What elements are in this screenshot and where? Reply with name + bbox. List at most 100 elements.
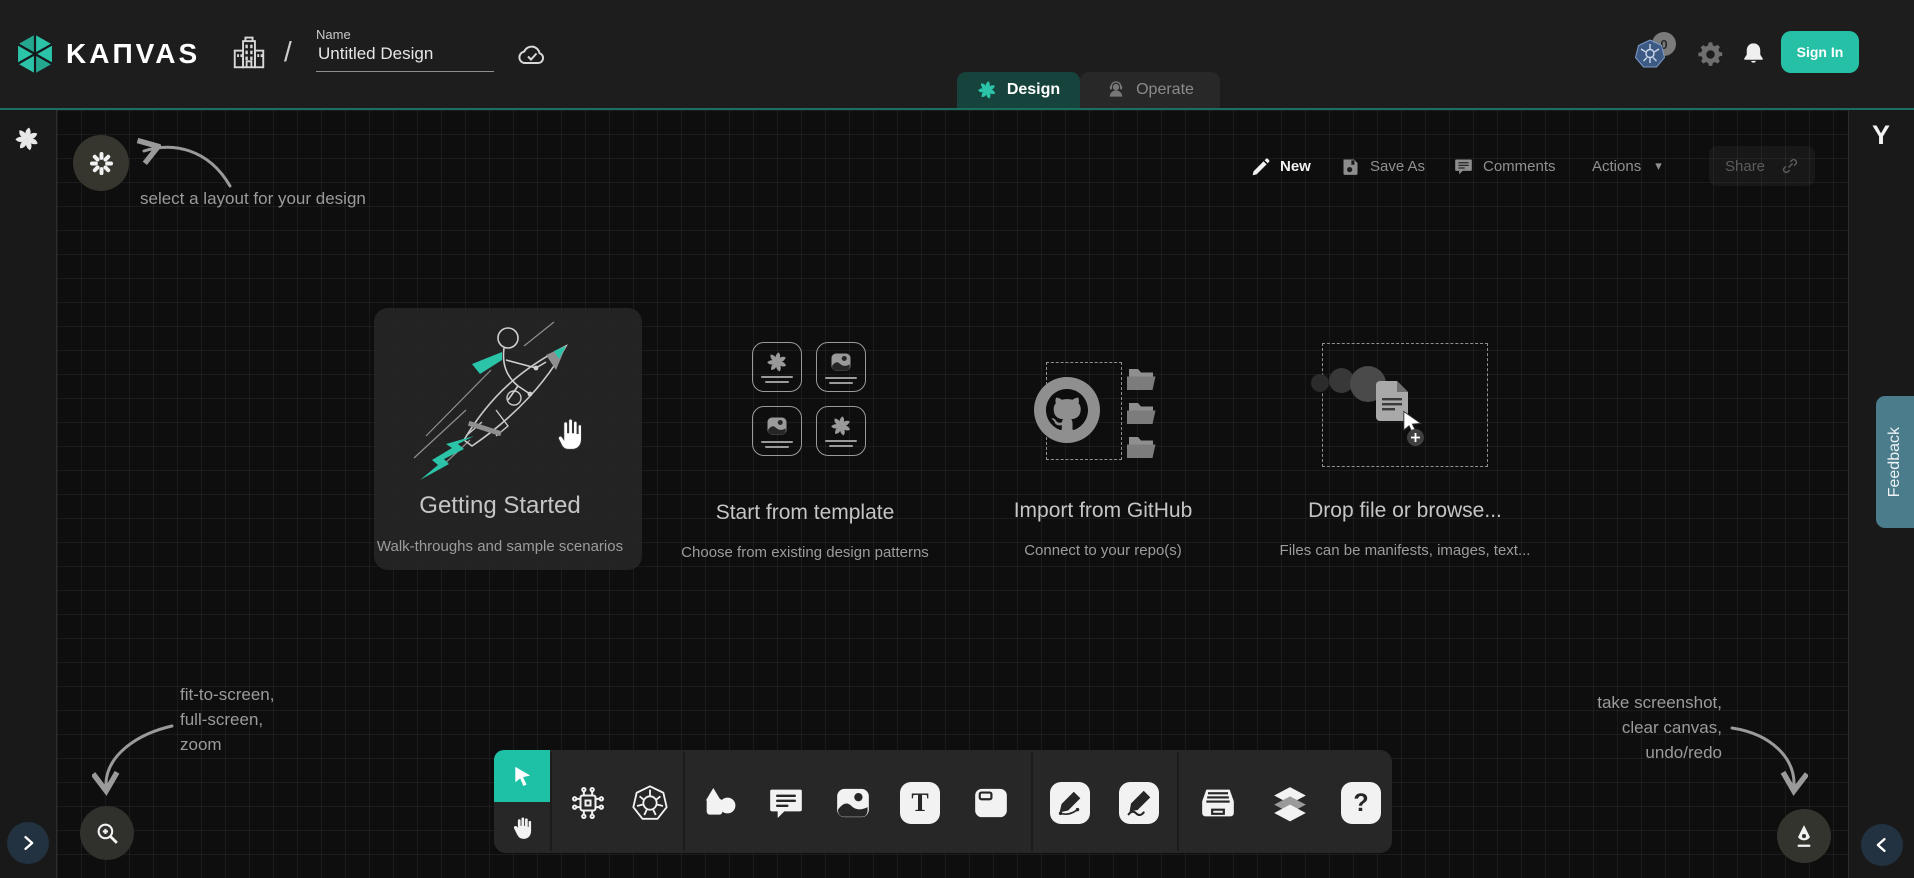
canvas-hint-arrow bbox=[1726, 716, 1808, 800]
pinwheel-icon bbox=[766, 351, 788, 373]
tool-pan-hand[interactable] bbox=[494, 802, 550, 853]
chevron-left-icon bbox=[1872, 835, 1892, 855]
toolbar-separator bbox=[683, 752, 685, 851]
pen-path-icon bbox=[1054, 787, 1086, 819]
app-window: KAΠVAS / Name Design Operate 0 Sign In bbox=[0, 0, 1914, 878]
new-pencil-icon bbox=[1250, 156, 1271, 177]
toolbar-separator bbox=[1177, 752, 1179, 851]
tool-pointer[interactable] bbox=[494, 750, 550, 802]
expand-left-panel-button[interactable] bbox=[7, 822, 49, 864]
chip-node-icon bbox=[568, 783, 608, 823]
magnifier-plus-icon bbox=[95, 821, 120, 846]
collapse-top-right-icon[interactable]: Y bbox=[1872, 120, 1890, 151]
sign-in-button[interactable]: Sign In bbox=[1781, 31, 1859, 73]
toolbar-separator bbox=[1031, 752, 1033, 851]
pen-nib-icon bbox=[1791, 823, 1817, 849]
canvas-actions-button[interactable] bbox=[1777, 809, 1831, 863]
folder-icon bbox=[1126, 400, 1158, 426]
comments-button[interactable]: Comments bbox=[1453, 146, 1556, 186]
tool-shapes[interactable] bbox=[700, 783, 740, 823]
plus-badge-icon bbox=[1407, 429, 1424, 446]
breadcrumb-separator: / bbox=[284, 36, 292, 68]
card-subtitle-template: Choose from existing design patterns bbox=[645, 544, 965, 561]
image-icon bbox=[829, 350, 853, 374]
top-bar: KAΠVAS / Name Design Operate 0 Sign In bbox=[0, 0, 1914, 108]
actions-label: Actions bbox=[1592, 158, 1641, 175]
tool-image[interactable] bbox=[833, 783, 873, 823]
canvas-hint-text: take screenshot, clear canvas, undo/redo bbox=[1522, 690, 1722, 765]
collapse-right-panel-button[interactable] bbox=[1861, 824, 1903, 866]
image-icon bbox=[833, 782, 873, 824]
tab-design-label: Design bbox=[1007, 81, 1060, 99]
share-button[interactable]: Share bbox=[1709, 146, 1815, 186]
layout-selector-button[interactable] bbox=[73, 135, 129, 191]
canvas-top-accent bbox=[0, 108, 1914, 110]
design-name-label: Name bbox=[316, 27, 494, 42]
tool-kubernetes[interactable] bbox=[630, 783, 670, 823]
card-subtitle-dropfile: Files can be manifests, images, text... bbox=[1245, 542, 1565, 559]
card-title-template: Start from template bbox=[665, 501, 945, 525]
card-note-icon bbox=[971, 782, 1011, 824]
tool-comment[interactable] bbox=[766, 783, 806, 823]
tool-custom-node[interactable] bbox=[568, 783, 608, 823]
toolbar-separator bbox=[550, 752, 552, 851]
help-glyph: ? bbox=[1353, 789, 1368, 818]
card-title-getting-started: Getting Started bbox=[360, 492, 640, 520]
tool-help[interactable]: ? bbox=[1341, 783, 1381, 823]
pointer-arrow-icon bbox=[511, 765, 534, 788]
pencil-scribble-icon bbox=[1123, 787, 1155, 819]
motion-dot bbox=[1311, 374, 1329, 392]
tool-text[interactable]: T bbox=[900, 783, 940, 823]
spinner-pinwheel-icon[interactable] bbox=[14, 126, 40, 152]
design-name-input[interactable] bbox=[316, 42, 494, 72]
design-pinwheel-icon bbox=[977, 80, 997, 100]
left-edge-panel bbox=[0, 110, 57, 878]
hand-icon bbox=[509, 815, 535, 841]
template-tiles[interactable] bbox=[752, 342, 866, 456]
tab-operate[interactable]: Operate bbox=[1080, 72, 1220, 108]
tool-pencil[interactable] bbox=[1119, 783, 1159, 823]
layout-hint-text: select a layout for your design bbox=[140, 186, 366, 211]
folder-icon bbox=[1126, 434, 1158, 460]
tool-layers[interactable] bbox=[1270, 783, 1310, 823]
view-hint-text: fit-to-screen, full-screen, zoom bbox=[180, 682, 274, 757]
actions-dropdown[interactable]: Actions ▾ bbox=[1592, 146, 1662, 186]
text-tool-glyph: T bbox=[911, 788, 928, 818]
save-as-label: Save As bbox=[1370, 158, 1425, 175]
kubernetes-helm-icon bbox=[630, 783, 670, 823]
view-hint-arrow bbox=[92, 714, 180, 800]
mode-tabs: Design Operate bbox=[957, 72, 1220, 108]
zoom-button[interactable] bbox=[80, 806, 134, 860]
template-tile-pattern bbox=[752, 342, 802, 392]
brand-name: KAΠVAS bbox=[66, 38, 200, 70]
operate-headset-icon bbox=[1106, 80, 1126, 100]
template-tile-image bbox=[752, 406, 802, 456]
rocket-illustration bbox=[396, 318, 616, 488]
tool-card[interactable] bbox=[971, 783, 1011, 823]
tool-drawer[interactable] bbox=[1198, 783, 1238, 823]
tools-toolbar bbox=[494, 750, 1392, 853]
tab-operate-label: Operate bbox=[1136, 81, 1194, 99]
kubernetes-coin-icon[interactable] bbox=[1634, 38, 1666, 70]
new-label: New bbox=[1280, 158, 1311, 175]
caret-down-icon: ▾ bbox=[1655, 158, 1662, 174]
tool-pen[interactable] bbox=[1050, 783, 1090, 823]
card-title-dropfile: Drop file or browse... bbox=[1265, 499, 1545, 523]
comments-bubble-icon bbox=[1453, 156, 1474, 177]
drawer-archive-icon bbox=[1198, 782, 1238, 824]
tab-design[interactable]: Design bbox=[957, 72, 1080, 108]
feedback-label: Feedback bbox=[1886, 427, 1904, 497]
settings-gear-icon[interactable] bbox=[1696, 40, 1725, 69]
card-title-github: Import from GitHub bbox=[963, 499, 1243, 523]
save-as-button[interactable]: Save As bbox=[1340, 146, 1425, 186]
chevron-right-icon bbox=[18, 833, 38, 853]
feedback-tab[interactable]: Feedback bbox=[1876, 396, 1914, 528]
github-octocat-icon[interactable] bbox=[1032, 375, 1102, 445]
pinwheel-icon bbox=[830, 415, 852, 437]
kanvas-logo-icon bbox=[13, 32, 57, 76]
comments-label: Comments bbox=[1483, 158, 1556, 175]
notifications-bell-icon[interactable] bbox=[1740, 40, 1767, 67]
organization-icon[interactable] bbox=[230, 34, 268, 72]
folder-icon bbox=[1126, 366, 1158, 392]
new-button[interactable]: New bbox=[1250, 146, 1311, 186]
